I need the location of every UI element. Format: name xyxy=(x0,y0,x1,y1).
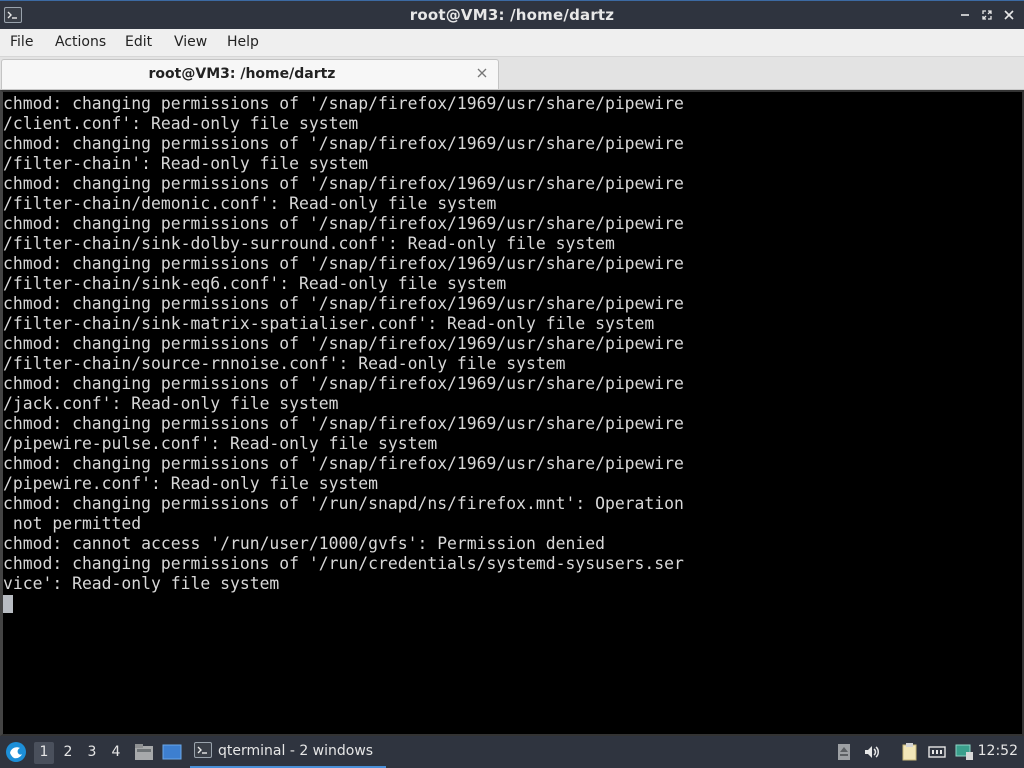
workspace-2[interactable]: 2 xyxy=(58,742,78,764)
terminal-line: not permitted xyxy=(3,514,142,533)
window-titlebar[interactable]: root@VM3: /home/dartz xyxy=(0,0,1024,29)
terminal-line: chmod: changing permissions of '/snap/fi… xyxy=(3,94,684,113)
show-desktop-icon[interactable] xyxy=(162,742,182,762)
terminal-line: /client.conf': Read-only file system xyxy=(3,114,359,133)
window-title: root@VM3: /home/dartz xyxy=(409,6,615,24)
clipboard-icon[interactable] xyxy=(900,742,920,762)
network-icon[interactable] xyxy=(927,742,947,762)
maximize-icon[interactable] xyxy=(978,7,996,23)
eject-icon[interactable] xyxy=(834,742,854,762)
tab-label: root@VM3: /home/dartz xyxy=(148,66,336,82)
terminal-line: chmod: changing permissions of '/snap/fi… xyxy=(3,254,684,273)
lxqt-start-icon[interactable] xyxy=(4,740,28,764)
terminal-line: chmod: changing permissions of '/snap/fi… xyxy=(3,454,684,473)
volume-icon[interactable] xyxy=(862,742,882,762)
file-manager-icon[interactable] xyxy=(134,742,154,762)
terminal-line: chmod: cannot access '/run/user/1000/gvf… xyxy=(3,534,605,553)
tab-strip: root@VM3: /home/dartz xyxy=(0,57,1024,90)
menu-edit[interactable]: Edit xyxy=(125,34,152,50)
terminal-line: chmod: changing permissions of '/run/sna… xyxy=(3,494,684,513)
terminal-line: chmod: changing permissions of '/run/cre… xyxy=(3,554,684,573)
terminal-line: chmod: changing permissions of '/snap/fi… xyxy=(3,294,684,313)
workspace-1[interactable]: 1 xyxy=(34,742,54,764)
terminal-line: vice': Read-only file system xyxy=(3,574,280,593)
menu-file[interactable]: File xyxy=(10,34,33,50)
terminal-tab[interactable]: root@VM3: /home/dartz xyxy=(1,59,499,89)
terminal-line: chmod: changing permissions of '/snap/fi… xyxy=(3,174,684,193)
terminal-line: /filter-chain/source-rnnoise.conf': Read… xyxy=(3,354,566,373)
terminal-line: /filter-chain/sink-dolby-surround.conf':… xyxy=(3,234,615,253)
terminal-output: chmod: changing permissions of '/snap/fi… xyxy=(3,94,684,614)
terminal-icon xyxy=(194,742,212,758)
screen-icon[interactable] xyxy=(954,742,974,762)
menu-help[interactable]: Help xyxy=(227,34,259,50)
terminal-line: chmod: changing permissions of '/snap/fi… xyxy=(3,414,684,433)
terminal-line: chmod: changing permissions of '/snap/fi… xyxy=(3,374,684,393)
close-icon[interactable] xyxy=(474,65,490,81)
terminal-line: /jack.conf': Read-only file system xyxy=(3,394,339,413)
terminal-line: /filter-chain/demonic.conf': Read-only f… xyxy=(3,194,497,213)
workspace-4[interactable]: 4 xyxy=(106,742,126,764)
terminal-line: chmod: changing permissions of '/snap/fi… xyxy=(3,214,684,233)
close-icon[interactable] xyxy=(1000,7,1018,23)
minimize-icon[interactable] xyxy=(956,7,974,23)
terminal-line: chmod: changing permissions of '/snap/fi… xyxy=(3,334,684,353)
terminal-cursor xyxy=(3,595,13,613)
workspace-3[interactable]: 3 xyxy=(82,742,102,764)
menu-bar: File Actions Edit View Help xyxy=(0,29,1024,57)
terminal-view[interactable]: chmod: changing permissions of '/snap/fi… xyxy=(0,90,1024,736)
clock: 12:52 xyxy=(977,743,1018,759)
menu-actions[interactable]: Actions xyxy=(55,34,106,50)
terminal-line: /filter-chain/sink-matrix-spatialiser.co… xyxy=(3,314,655,333)
terminal-prompt-line xyxy=(3,594,684,614)
terminal-line: /filter-chain/sink-eq6.conf': Read-only … xyxy=(3,274,507,293)
task-label: qterminal - 2 windows xyxy=(218,743,374,759)
terminal-line: /pipewire-pulse.conf': Read-only file sy… xyxy=(3,434,438,453)
terminal-line: chmod: changing permissions of '/snap/fi… xyxy=(3,134,684,153)
terminal-line: /pipewire.conf': Read-only file system xyxy=(3,474,378,493)
menu-view[interactable]: View xyxy=(174,34,207,50)
taskbar: 1 2 3 4 qterminal - 2 windows 12:52 xyxy=(0,736,1024,768)
taskbar-task-qterminal[interactable]: qterminal - 2 windows xyxy=(190,738,386,768)
terminal-line: /filter-chain': Read-only file system xyxy=(3,154,369,173)
